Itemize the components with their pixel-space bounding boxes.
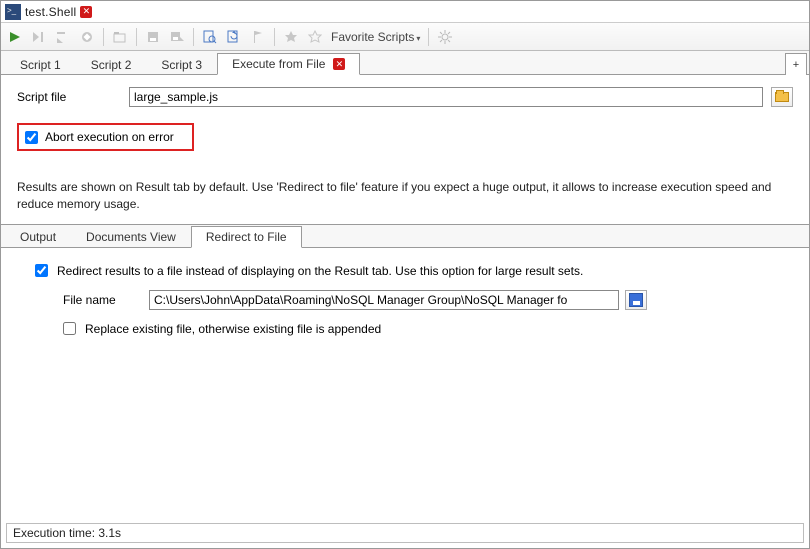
tab-label: Documents View [86,230,176,244]
add-tab-button[interactable]: + [785,53,807,75]
script-file-label: Script file [17,90,121,104]
shell-icon [5,4,21,20]
favorite-button[interactable] [305,27,325,47]
abort-on-error-label: Abort execution on error [45,130,174,144]
close-tab-icon[interactable]: ✕ [80,6,92,18]
result-tabs: Output Documents View Redirect to File [1,224,809,248]
window-title: test.Shell [25,5,76,19]
tab-redirect-to-file[interactable]: Redirect to File [191,226,302,248]
file-name-input[interactable] [149,290,619,310]
replace-button[interactable] [224,27,244,47]
tab-label: Redirect to File [206,230,287,244]
execute-panel: Script file Abort execution on error Res… [1,75,809,336]
run-button[interactable] [5,27,25,47]
replace-file-checkbox[interactable] [63,322,76,335]
script-file-row: Script file [17,87,793,107]
abort-on-error-group: Abort execution on error [17,123,194,151]
tab-script-1[interactable]: Script 1 [5,53,76,75]
open-button[interactable] [110,27,130,47]
tab-label: Script 2 [91,58,132,72]
favorite-scripts-label: Favorite Scripts [331,30,414,44]
abort-on-error-checkbox[interactable] [25,131,38,144]
toolbar-separator [103,28,104,46]
browse-script-button[interactable] [771,87,793,107]
step-into-button[interactable] [53,27,73,47]
tab-label: Execute from File [232,57,325,71]
flag-button[interactable] [248,27,268,47]
toolbar: Favorite Scripts▾ [1,23,809,51]
save-button[interactable] [143,27,163,47]
file-name-row: File name [35,290,783,310]
main-tabs: Script 1 Script 2 Script 3 Execute from … [1,51,809,75]
info-text: Results are shown on Result tab by defau… [17,179,793,214]
tab-label: Output [20,230,56,244]
folder-icon [775,92,789,102]
toolbar-separator [193,28,194,46]
tab-script-3[interactable]: Script 3 [146,53,217,75]
status-text: Execution time: 3.1s [13,526,121,540]
tab-documents-view[interactable]: Documents View [71,226,191,248]
title-bar: test.Shell ✕ [1,1,809,23]
toolbar-separator [136,28,137,46]
replace-row: Replace existing file, otherwise existin… [35,322,783,336]
toolbar-separator [428,28,429,46]
redirect-results-label: Redirect results to a file instead of di… [57,264,583,278]
dropdown-caret-icon: ▾ [416,34,420,43]
file-name-label: File name [63,293,143,307]
stop-button[interactable] [77,27,97,47]
tab-execute-from-file[interactable]: Execute from File ✕ [217,53,360,75]
tab-output[interactable]: Output [5,226,71,248]
redirect-checkbox-row: Redirect results to a file instead of di… [35,264,783,278]
status-bar: Execution time: 3.1s [6,523,804,543]
redirect-panel: Redirect results to a file instead of di… [17,258,793,336]
close-tab-icon[interactable]: ✕ [333,58,345,70]
save-file-button[interactable] [625,290,647,310]
save-icon [629,293,643,307]
replace-file-label: Replace existing file, otherwise existin… [85,322,381,336]
redirect-results-checkbox[interactable] [35,264,48,277]
toolbar-separator [274,28,275,46]
favorite-scripts-dropdown[interactable]: Favorite Scripts▾ [329,30,422,44]
run-step-button[interactable] [29,27,49,47]
tab-label: Script 1 [20,58,61,72]
tab-script-2[interactable]: Script 2 [76,53,147,75]
script-file-input[interactable] [129,87,763,107]
favorite-add-button[interactable] [281,27,301,47]
find-button[interactable] [200,27,220,47]
tab-label: Script 3 [161,58,202,72]
save-as-button[interactable] [167,27,187,47]
settings-button[interactable] [435,27,455,47]
